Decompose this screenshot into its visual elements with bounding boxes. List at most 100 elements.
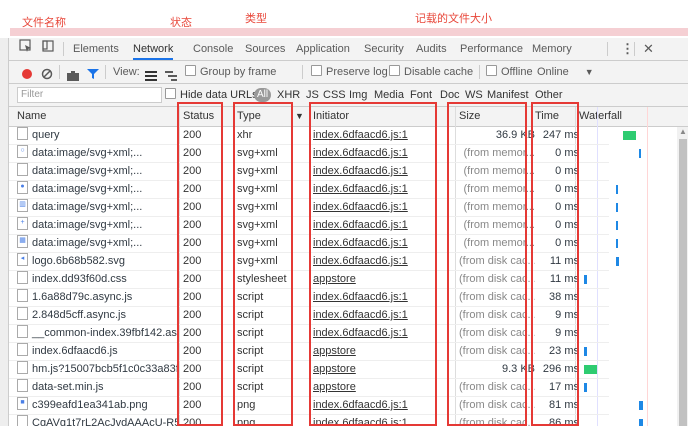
waterfall-bar [616,257,619,266]
toolbar-separator [59,65,60,79]
request-name[interactable]: index.dd93f60d.css [17,271,179,288]
file-img-icon: ■ [17,397,28,410]
request-name-text: data:image/svg+xml;... [32,201,143,213]
more-options-icon[interactable]: ⋮ [621,38,634,60]
highlight-box-status [177,102,223,426]
scroll-up-icon[interactable]: ▲ [679,127,687,137]
devtools-tabbar: Elements Network Console Sources Applica… [9,38,688,61]
waterfall-bar [584,275,587,284]
request-name-text: CgAVg1t7rL2AcJvdAAAcU-R5... [32,417,179,426]
file-file-icon [17,163,28,176]
request-name[interactable]: 2.848d5cff.async.js [17,307,179,324]
tab-console[interactable]: Console [193,38,233,60]
request-name[interactable]: ○ data:image/svg+xml;... [17,145,179,162]
file-chart-icon: ▥ [17,199,28,212]
scrollbar-thumb[interactable] [679,139,687,426]
tab-separator [634,42,635,56]
group-by-frame-label: Group by frame [200,66,277,78]
throttling-select[interactable]: Online ▼ [537,61,594,83]
request-name[interactable]: ▦ data:image/svg+xml;... [17,235,179,252]
waterfall-bar [584,365,597,374]
disable-cache-checkbox[interactable]: Disable cache [389,61,473,83]
tab-performance[interactable]: Performance [460,38,523,60]
tab-elements[interactable]: Elements [73,38,119,60]
device-toolbar-icon[interactable] [41,39,55,61]
waterfall-marker-line [647,107,648,426]
preserve-log-checkbox[interactable]: Preserve log [311,61,388,83]
request-name[interactable]: ● data:image/svg+xml;... [17,181,179,198]
highlight-box-initiator [309,102,437,426]
tab-sources[interactable]: Sources [245,38,285,60]
file-blue-icon: ● [17,181,28,194]
file-file-icon [17,325,28,338]
request-name[interactable]: 1.6a88d79c.async.js [17,289,179,306]
large-rows-icon[interactable] [145,67,157,81]
group-by-frame-checkbox[interactable]: Group by frame [185,61,276,83]
filter-funnel-icon[interactable] [87,66,99,79]
request-name[interactable]: ▥ data:image/svg+xml;... [17,199,179,216]
tab-audits[interactable]: Audits [416,38,447,60]
tab-memory[interactable]: Memory [532,38,572,60]
request-name-text: hm.js?15007bcb5f1c0c33a83f... [32,363,179,375]
request-name-text: data:image/svg+xml;... [32,147,143,159]
waterfall-bar [584,383,587,392]
request-name-text: data:image/svg+xml;... [32,219,143,231]
request-name[interactable]: data-set.min.js [17,379,179,396]
left-gutter [0,38,8,426]
request-name[interactable]: + data:image/svg+xml;... [17,217,179,234]
file-file-icon [17,127,28,140]
request-name[interactable]: query [17,127,179,144]
file-file-icon [17,271,28,284]
waterfall-bar [616,203,619,212]
filter-input[interactable]: Filter [17,87,162,103]
waterfall-bar [639,401,643,410]
request-name-text: query [32,129,60,141]
file-circle-icon: ○ [17,145,28,158]
preserve-log-label: Preserve log [326,66,388,78]
file-grid-icon: ▦ [17,235,28,248]
file-file-icon [17,415,28,426]
file-logo-icon: ◂ [17,253,28,266]
request-name[interactable]: ■ c399eafd1ea341ab.png [17,397,179,414]
waterfall-bar [616,221,619,230]
annotation-size: 记载的文件大小 [415,12,492,25]
tab-application[interactable]: Application [296,38,350,60]
file-file-icon [17,379,28,392]
waterfall-bar [584,347,587,356]
record-icon[interactable] [21,66,33,79]
offline-label: Offline [501,66,533,78]
file-file-icon [17,289,28,302]
waterfall-bar [639,419,643,426]
toolbar-separator [105,65,106,79]
request-name-text: data:image/svg+xml;... [32,237,143,249]
filter-all-pill[interactable]: All [254,88,272,102]
close-icon[interactable]: ✕ [643,38,654,60]
tab-network[interactable]: Network [133,38,174,60]
column-header-name[interactable]: Name [13,107,177,126]
offline-checkbox[interactable]: Offline [486,61,533,83]
hide-data-urls-label: Hide data URLs [180,89,258,101]
highlight-box-time [531,102,579,426]
request-name[interactable]: data:image/svg+xml;... [17,163,179,180]
highlight-box-size [447,102,527,426]
request-name[interactable]: CgAVg1t7rL2AcJvdAAAcU-R5... [17,415,179,426]
view-label: View: [113,66,140,78]
request-name[interactable]: ◂ logo.6b68b582.svg [17,253,179,270]
tab-security[interactable]: Security [364,38,404,60]
tab-separator [63,42,64,56]
request-name-text: data-set.min.js [32,381,104,393]
clear-icon[interactable] [41,66,53,80]
file-plus-icon: + [17,217,28,230]
request-name[interactable]: index.6dfaacd6.js [17,343,179,360]
file-file-icon [17,343,28,356]
request-name[interactable]: __common-index.39fbf142.as... [17,325,179,342]
request-name-text: index.6dfaacd6.js [32,345,118,357]
screenshot-camera-icon[interactable] [67,67,79,81]
request-name[interactable]: hm.js?15007bcb5f1c0c33a83f... [17,361,179,378]
request-name-text: 1.6a88d79c.async.js [32,291,133,303]
inspect-element-icon[interactable] [19,39,33,61]
overview-icon[interactable] [165,67,177,81]
request-name-text: logo.6b68b582.svg [32,255,125,267]
toolbar-separator [302,65,303,79]
annotation-band [10,28,688,36]
